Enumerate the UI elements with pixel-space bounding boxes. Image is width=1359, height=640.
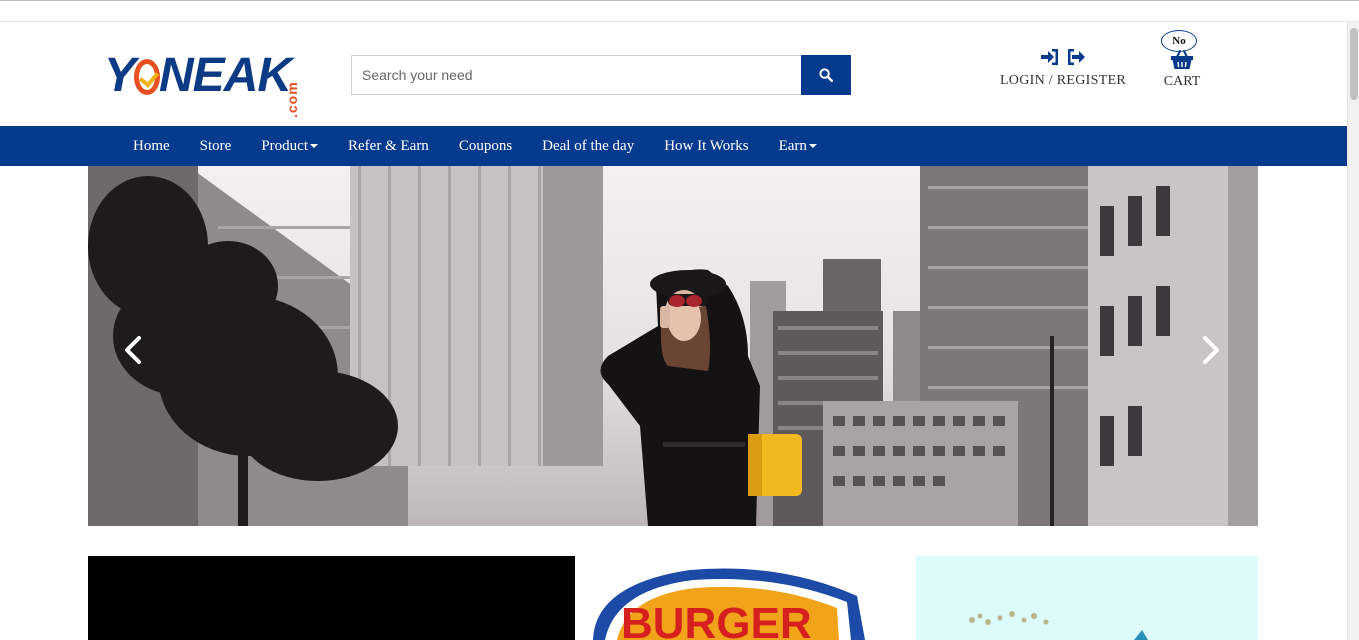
burger-king-logo: BURGER: [593, 568, 865, 640]
nav-item-earn[interactable]: Earn: [764, 126, 832, 166]
nav-item-coupons[interactable]: Coupons: [444, 126, 527, 166]
hero-carousel: [88, 166, 1258, 526]
main-navigation: Home Store Product Refer & Earn Coupons …: [0, 126, 1347, 166]
sign-out-icon: [1068, 49, 1085, 65]
search-bar: [351, 55, 851, 95]
nav-item-label: Coupons: [458, 137, 513, 154]
page-scrollbar[interactable]: [1347, 22, 1359, 640]
shopping-basket-icon: [1171, 50, 1193, 69]
carousel-prev-button[interactable]: [118, 332, 148, 368]
logo-suffix: .com: [284, 81, 300, 118]
nav-item-label: Store: [199, 137, 232, 154]
burger-king-logo-text: BURGER: [621, 599, 812, 640]
nav-item-label: How It Works: [664, 137, 749, 154]
nav-item-label: Earn: [778, 137, 807, 154]
promo-tiles: BURGER: [88, 556, 1258, 640]
nav-item-label: Deal of the day: [542, 137, 635, 154]
search-icon: [819, 68, 833, 82]
nav-item-label: Home: [133, 137, 170, 154]
login-register-label: LOGIN / REGISTER: [999, 73, 1127, 88]
chevron-left-icon: [125, 336, 141, 364]
promo-tile-black[interactable]: [88, 556, 575, 640]
hero-slide-image: [88, 166, 1258, 526]
cart-link[interactable]: No CART: [1157, 30, 1207, 96]
logo-check-icon: [134, 59, 161, 95]
nav-item-refer-earn[interactable]: Refer & Earn: [333, 126, 444, 166]
search-button[interactable]: [801, 55, 851, 95]
nav-item-how-it-works[interactable]: How It Works: [649, 126, 763, 166]
scrollbar-thumb[interactable]: [1350, 28, 1358, 100]
promo-tile-cyan-graphic: [969, 611, 1148, 640]
logo-wordmark: Y NEAK: [104, 49, 292, 102]
nav-item-label: Refer & Earn: [348, 137, 429, 154]
promo-tile-cyan[interactable]: [916, 556, 1258, 640]
nav-item-deal-of-the-day[interactable]: Deal of the day: [527, 126, 649, 166]
caret-down-icon: [310, 144, 319, 148]
browser-top-bar: [0, 0, 1359, 22]
site-header: YNEAK .com LOGIN / REGISTER No: [0, 22, 1347, 126]
login-register-link[interactable]: LOGIN / REGISTER: [998, 48, 1128, 96]
nav-item-label: Product: [261, 137, 309, 154]
nav-item-store[interactable]: Store: [185, 126, 247, 166]
site-logo[interactable]: Y NEAK .com: [104, 48, 304, 118]
cart-label: CART: [1163, 74, 1201, 89]
chevron-right-icon: [1203, 336, 1219, 364]
nav-item-product[interactable]: Product: [246, 126, 333, 166]
promo-tile-burger-king[interactable]: BURGER: [575, 556, 916, 640]
caret-down-icon: [808, 144, 817, 148]
sign-in-icon: [1041, 49, 1058, 65]
search-input[interactable]: [351, 55, 802, 95]
nav-item-home[interactable]: Home: [118, 126, 185, 166]
carousel-next-button[interactable]: [1196, 332, 1226, 368]
